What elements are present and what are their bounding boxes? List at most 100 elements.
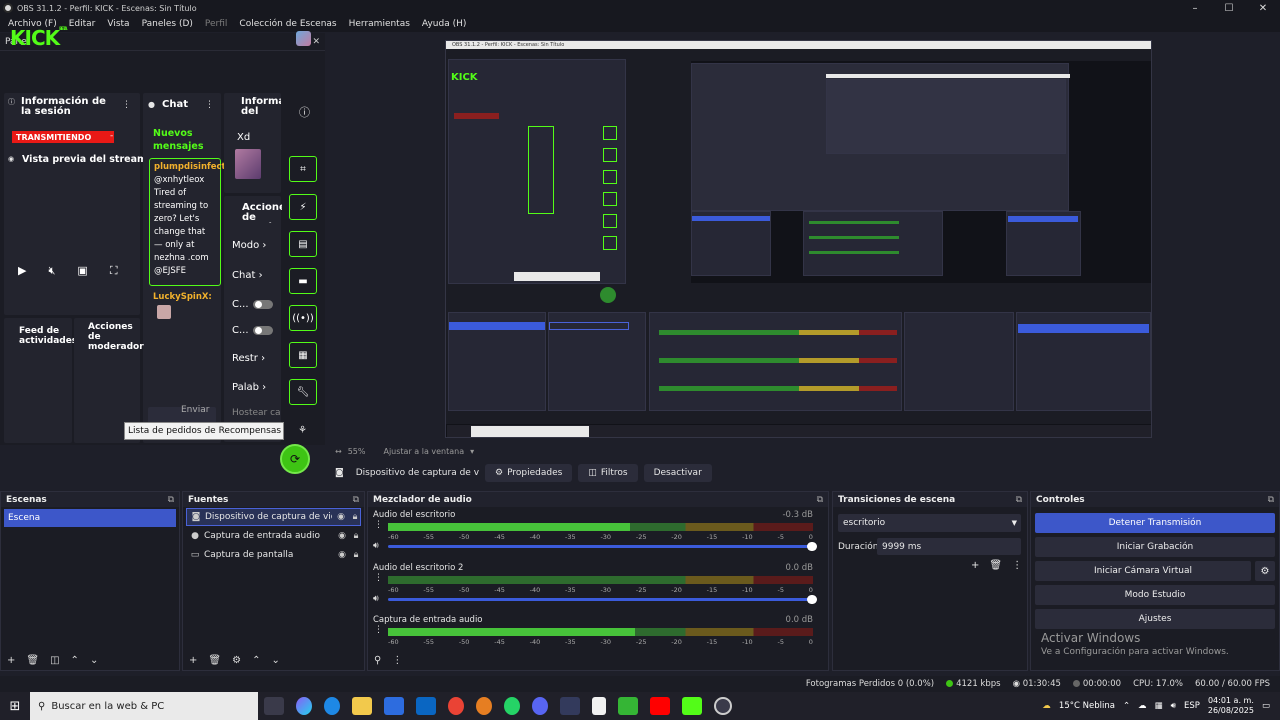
settings-button[interactable]: Ajustes [1035, 609, 1275, 629]
popout-icon[interactable]: ⧉ [168, 495, 174, 505]
up-icon[interactable]: ⌃ [252, 655, 260, 666]
play-icon[interactable]: ▶ [18, 264, 26, 278]
network-icon[interactable]: ⚘ [298, 425, 307, 436]
lock-icon[interactable]: 🔒︎ [351, 531, 361, 541]
info-circle-icon[interactable]: ⓘ [299, 104, 310, 120]
trash-icon[interactable]: 🗑︎ [208, 655, 221, 666]
lock-icon[interactable]: 🔒︎ [350, 512, 360, 522]
app-icon[interactable] [560, 697, 580, 715]
fit-window[interactable]: Ajustar a la ventana [383, 447, 464, 456]
windows-start-icon[interactable]: ⊞ [0, 692, 30, 720]
link-icon[interactable]: ⚲ [374, 655, 381, 666]
chrome-icon[interactable] [448, 697, 464, 715]
more-icon[interactable]: ⋮ [1012, 560, 1022, 571]
menu-herramientas[interactable]: Herramientas [343, 19, 416, 29]
menu-perfil[interactable]: Perfil [199, 19, 234, 29]
filters-button[interactable]: ◫ Filtros [578, 464, 638, 482]
eye-icon[interactable]: ◉ [336, 512, 346, 522]
action-toggle-1[interactable]: C... [232, 299, 273, 310]
popout-icon[interactable]: ⧉ [1016, 495, 1022, 505]
language[interactable]: ESP [1184, 701, 1200, 711]
close-button[interactable]: ✕ [1246, 0, 1280, 16]
folder-icon[interactable] [352, 697, 372, 715]
send-button[interactable]: Enviar [181, 405, 209, 415]
volume-slider[interactable] [388, 595, 817, 604]
volume-slider[interactable] [388, 542, 817, 551]
copilot-icon[interactable] [296, 697, 312, 715]
add-icon[interactable]: + [971, 560, 979, 571]
more-icon[interactable]: ⋮ [374, 573, 383, 583]
transition-select[interactable]: escritorio ▼ [838, 514, 1021, 532]
cloud-icon[interactable]: ☁ [1138, 701, 1147, 711]
minimize-button[interactable]: – [1178, 0, 1212, 16]
menu-ayuda[interactable]: Ayuda (H) [416, 19, 472, 29]
taskbar-search[interactable]: ⚲ Buscar en la web & PC [30, 692, 258, 720]
menu-paneles[interactable]: Paneles (D) [136, 19, 199, 29]
studio-mode-button[interactable]: Modo Estudio [1035, 585, 1275, 605]
volume-icon[interactable]: 🔊︎ [1171, 701, 1176, 711]
filter-icon[interactable]: ◫ [50, 655, 59, 666]
chat-more-icon[interactable]: ⋮ [205, 100, 214, 110]
start-recording-button[interactable]: Iniciar Grabación [1035, 537, 1275, 557]
speaker-icon[interactable]: 🔊︎ [373, 594, 379, 604]
source-item[interactable]: ● Captura de entrada audio ◉ 🔒︎ [186, 527, 361, 545]
scan-icon[interactable]: ⌗ [289, 156, 317, 182]
deactivate-button[interactable]: Desactivar [643, 464, 712, 482]
dropdown-icon[interactable]: ▾ [470, 447, 474, 456]
stop-stream-button[interactable]: Detener Transmisión [1035, 513, 1275, 533]
edge-icon[interactable] [324, 697, 340, 715]
menu-coleccion[interactable]: Colección de Escenas [233, 19, 342, 29]
properties-button[interactable]: ⚙ Propiedades [485, 464, 573, 482]
discord-icon[interactable] [532, 697, 548, 715]
more-icon[interactable]: ⋮ [122, 100, 131, 110]
popout-icon[interactable]: ⧉ [1268, 495, 1274, 505]
message-icon[interactable]: ▬ [289, 268, 317, 294]
virtual-cam-button[interactable]: Iniciar Cámara Virtual [1035, 561, 1251, 581]
source-item[interactable]: ◙ Dispositivo de captura de vide ◉ 🔒︎ [186, 508, 361, 526]
action-modo[interactable]: Modo › [232, 240, 266, 251]
add-icon[interactable]: + [189, 655, 197, 666]
host-button[interactable]: Hostear ca [232, 408, 281, 418]
popout-icon[interactable]: ⧉ [817, 495, 823, 505]
trash-icon[interactable]: 🗑︎ [989, 560, 1002, 571]
rewards-fab-icon[interactable]: ⟳ [280, 444, 310, 474]
action-chat[interactable]: Chat › [232, 270, 263, 281]
minecraft-icon[interactable] [618, 697, 638, 715]
wrench-icon[interactable]: 🔧︎ [289, 379, 317, 405]
avatar[interactable] [296, 31, 311, 46]
fullscreen-icon[interactable]: ⛶ [110, 264, 118, 278]
document-icon[interactable] [592, 697, 606, 715]
add-icon[interactable]: + [7, 655, 15, 666]
speaker-icon[interactable]: 🔊︎ [373, 541, 379, 551]
chat-user2[interactable]: LuckySpinX: [153, 292, 212, 302]
clock[interactable]: 04:01 a. m. 26/08/2025 [1208, 696, 1254, 716]
eye-icon[interactable]: ◉ [337, 531, 347, 541]
scene-item[interactable]: Escena [4, 509, 176, 527]
slider-knob[interactable] [807, 542, 817, 551]
popout-icon[interactable]: ⧉ [353, 495, 359, 505]
slider-knob[interactable] [807, 595, 817, 604]
obs-taskbar-icon[interactable] [714, 697, 732, 715]
new-messages[interactable]: Nuevos mensajes [153, 127, 213, 153]
outlook-icon[interactable] [416, 697, 436, 715]
notification-icon[interactable]: ▭ [1262, 701, 1270, 711]
lock-icon[interactable]: 🔒︎ [351, 550, 361, 560]
zoom-level[interactable]: 55% [348, 447, 366, 456]
panel-close-icon[interactable]: ✕ [312, 37, 320, 47]
action-toggle-2[interactable]: C... [232, 325, 273, 336]
down-icon[interactable]: ⌄ [271, 655, 279, 666]
virtual-cam-gear-icon[interactable]: ⚙ [1255, 561, 1275, 581]
clapper-icon[interactable]: ▦ [289, 342, 317, 368]
action-restr[interactable]: Restr › [232, 353, 265, 364]
whatsapp-icon[interactable] [504, 697, 520, 715]
preview-screen[interactable]: OBS 31.1.2 - Perfil: KICK - Escenas: Sin… [445, 40, 1152, 438]
maximize-button[interactable]: ☐ [1212, 0, 1246, 16]
store-icon[interactable] [384, 697, 404, 715]
lightning-icon[interactable]: ⚡︎ [289, 194, 317, 220]
action-palab[interactable]: Palab › [232, 382, 266, 393]
more-icon[interactable]: ⋮ [374, 625, 383, 635]
trash-icon[interactable]: 🗑︎ [26, 655, 39, 666]
kick-icon[interactable] [682, 697, 702, 715]
chat-user[interactable]: plumpdisinfecta [154, 162, 231, 172]
more-icon[interactable]: ⋮ [392, 655, 402, 666]
